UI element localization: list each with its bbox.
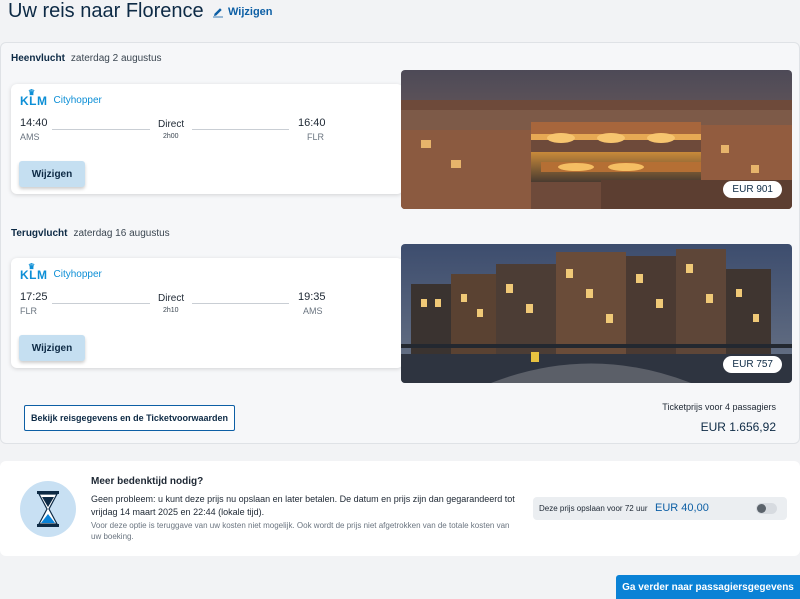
stops-label: Direct [158,119,185,130]
airline-sub: Cityhopper [53,269,102,280]
departure-airport: FLR [20,306,38,316]
outbound-label: Heenvlucht [11,53,65,64]
arrival-time: 16:40 [298,117,326,129]
arrival-airport: FLR [307,132,325,142]
inbound-heading: Terugvlucht zaterdag 16 augustus [11,228,170,239]
edit-trip-link[interactable]: Wijzigen [212,6,273,18]
toggle-knob [757,504,766,513]
arrival-time: 19:35 [298,291,326,303]
change-inbound-button[interactable]: Wijzigen [19,335,85,361]
departure-time: 17:25 [20,291,48,303]
departure-time: 14:40 [20,117,48,129]
inbound-label: Terugvlucht [11,228,68,239]
departure-airport: AMS [20,132,40,142]
hold-price-card: Meer bedenktijd nodig? Geen probleem: u … [0,461,800,556]
florence-image: EUR 901 [401,70,792,209]
amsterdam-image: EUR 757 [401,244,792,383]
continue-button[interactable]: Ga verder naar passagiersgegevens [616,575,800,599]
outbound-price: EUR 901 [723,181,782,198]
total-price: EUR 1.656,92 [700,420,776,434]
stops-label: Direct [158,293,185,304]
duration-label: 2h10 [163,307,179,314]
hold-title: Meer bedenktijd nodig? [91,476,204,487]
inbound-flight-card[interactable]: ♛ KLM Cityhopper 17:25 FLR Direct 2h10 19… [11,258,403,368]
inbound-date: zaterdag 16 augustus [73,228,170,239]
outbound-flight-card[interactable]: ♛ KLM Cityhopper 14:40 AMS Direct 2h00 16… [11,84,403,194]
trip-details-button[interactable]: Bekijk reisgegevens en de Ticketvoorwaar… [24,405,235,431]
hold-toggle-switch[interactable] [756,503,777,514]
pencil-icon [213,8,223,18]
hold-note: Voor deze optie is teruggave van uw kost… [91,521,510,541]
hourglass-icon [20,481,76,537]
hold-option[interactable]: Deze prijs opslaan voor 72 uur EUR 40,00 [533,497,787,520]
total-price-label: Ticketprijs voor 4 passagiers [662,402,776,412]
airline-logo: ♛ KLM Cityhopper [20,88,102,108]
outbound-heading: Heenvlucht zaterdag 2 augustus [11,53,162,64]
duration-label: 2h00 [163,133,179,140]
page-title: Uw reis naar Florence [8,0,204,22]
klm-crown-icon: ♛ [28,262,36,271]
airline-logo: ♛ KLM Cityhopper [20,262,102,282]
hold-option-price: EUR 40,00 [655,502,709,514]
route-line [52,129,150,130]
inbound-price: EUR 757 [723,356,782,373]
airline-sub: Cityhopper [53,95,102,106]
klm-crown-icon: ♛ [28,88,36,97]
route-line [192,303,289,304]
arrival-airport: AMS [303,306,323,316]
change-outbound-button[interactable]: Wijzigen [19,161,85,187]
route-line [52,303,150,304]
hold-text: Geen probleem: u kunt deze prijs nu opsl… [91,494,515,517]
route-line [192,129,289,130]
outbound-date: zaterdag 2 augustus [70,53,162,64]
hold-option-label: Deze prijs opslaan voor 72 uur [539,504,648,513]
edit-trip-label: Wijzigen [228,6,273,18]
trip-overview-card: Heenvlucht zaterdag 2 augustus ♛ KLM Cityh… [0,42,800,444]
